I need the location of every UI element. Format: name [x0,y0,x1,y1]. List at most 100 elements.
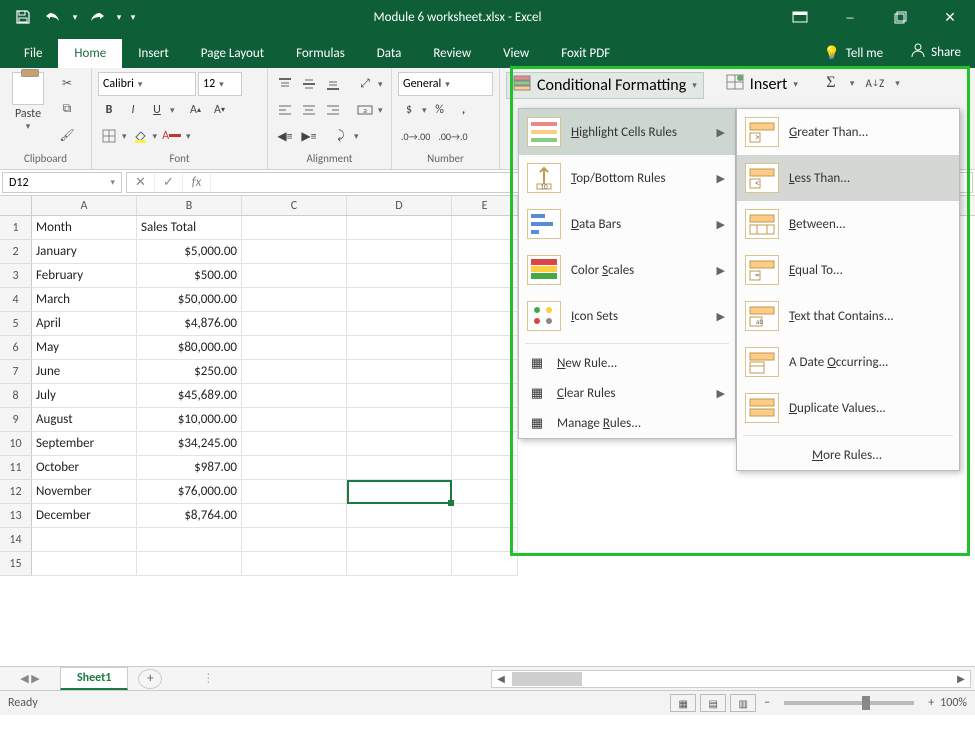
underline-button[interactable]: U [146,99,168,121]
cell[interactable]: $250.00 [137,360,242,384]
cell[interactable]: $76,000.00 [137,480,242,504]
increase-indent-icon[interactable]: ▶≡ [298,125,320,147]
cell[interactable]: $10,000.00 [137,408,242,432]
font-color-icon[interactable]: A [159,125,184,147]
cell[interactable] [347,384,452,408]
cell[interactable] [452,336,518,360]
cell[interactable] [242,288,347,312]
cell[interactable] [452,264,518,288]
col-header-e[interactable]: E [452,196,518,215]
row-header[interactable]: 15 [0,552,32,576]
row-header[interactable]: 2 [0,240,32,264]
menu-clear-rules[interactable]: ▦ Clear Rules ▶ [519,378,735,408]
cancel-icon[interactable]: ✕ [127,173,155,192]
cell[interactable]: November [32,480,137,504]
row-header[interactable]: 14 [0,528,32,552]
tell-me[interactable]: 💡 Tell me [810,39,898,68]
new-sheet-button[interactable]: + [138,669,162,689]
page-layout-view-icon[interactable]: ▤ [700,694,726,712]
cell[interactable]: Sales Total [137,216,242,240]
cell[interactable] [242,360,347,384]
cell[interactable]: June [32,360,137,384]
cell[interactable] [452,312,518,336]
row-header[interactable]: 9 [0,408,32,432]
col-header-c[interactable]: C [242,196,347,215]
redo-icon[interactable] [82,3,112,31]
save-icon[interactable] [8,3,38,31]
ribbon-display-icon[interactable] [775,0,825,34]
tab-page-layout[interactable]: Page Layout [185,39,280,68]
cell[interactable] [347,408,452,432]
zoom-value[interactable]: 100% [940,696,967,710]
sheet-tab-sheet1[interactable]: Sheet1 [60,667,128,690]
fx-icon[interactable]: fx [183,173,211,192]
cell[interactable] [452,408,518,432]
cell[interactable] [347,216,452,240]
cell[interactable] [452,504,518,528]
cell[interactable]: $34,245.00 [137,432,242,456]
cell[interactable]: January [32,240,137,264]
increase-font-icon[interactable]: A▴ [185,99,207,121]
cell[interactable]: February [32,264,137,288]
font-name-combo[interactable]: Calibri▾ [98,72,196,96]
cell[interactable] [242,384,347,408]
align-bottom-icon[interactable] [322,73,344,95]
cell[interactable] [452,480,518,504]
cell[interactable]: Month [32,216,137,240]
name-box[interactable]: D12 ▾ [2,172,122,193]
number-format-combo[interactable]: General▾ [398,72,493,96]
format-painter-icon[interactable] [56,124,78,146]
italic-button[interactable]: I [122,99,144,121]
decrease-indent-icon[interactable]: ◀≡ [274,125,296,147]
cell[interactable] [452,528,518,552]
zoom-slider[interactable] [784,701,914,705]
autosum-icon[interactable]: Σ [820,72,842,94]
enter-icon[interactable]: ✓ [155,173,183,192]
increase-decimal-icon[interactable]: .0→.00 [398,125,433,147]
row-header[interactable]: 4 [0,288,32,312]
copy-icon[interactable] [56,98,78,120]
scrollbar-thumb[interactable] [512,672,582,686]
tab-review[interactable]: Review [417,39,487,68]
scroll-left-icon[interactable]: ◀ [492,672,510,685]
zoom-slider-knob[interactable] [862,696,870,710]
decrease-font-icon[interactable]: A▾ [209,99,231,121]
cell[interactable]: $4,876.00 [137,312,242,336]
redo-dropdown-icon[interactable]: ▾ [112,3,126,31]
menu-top-bottom-rules[interactable]: 10 Top/Bottom Rules ▶ [519,155,735,201]
merge-center-icon[interactable]: a [354,99,376,121]
bold-button[interactable]: B [98,99,120,121]
cell[interactable]: $8,764.00 [137,504,242,528]
align-middle-icon[interactable] [298,73,320,95]
col-header-d[interactable]: D [347,196,452,215]
comma-format-icon[interactable]: , [453,99,475,121]
cell[interactable] [347,504,452,528]
menu-duplicate-values[interactable]: Duplicate Values... [737,385,959,431]
cell[interactable] [347,360,452,384]
cell[interactable] [242,216,347,240]
cell[interactable]: December [32,504,137,528]
cut-icon[interactable] [56,72,78,94]
menu-color-scales[interactable]: Color Scales ▶ [519,247,735,293]
paste-button[interactable]: Paste ▾ [6,72,50,132]
cell[interactable]: September [32,432,137,456]
qat-customize-icon[interactable]: ▾ [126,3,140,31]
cell[interactable]: $45,689.00 [137,384,242,408]
menu-manage-rules[interactable]: ▦ Manage Rules... [519,408,735,438]
cell[interactable] [347,336,452,360]
cell[interactable] [347,480,452,504]
cell[interactable] [347,456,452,480]
menu-equal-to[interactable]: = Equal To... [737,247,959,293]
menu-icon-sets[interactable]: Icon Sets ▶ [519,293,735,339]
cell[interactable] [452,456,518,480]
cell[interactable]: March [32,288,137,312]
menu-data-bars[interactable]: Data Bars ▶ [519,201,735,247]
cell[interactable] [347,312,452,336]
cell[interactable] [242,552,347,576]
row-header[interactable]: 8 [0,384,32,408]
row-header[interactable]: 6 [0,336,32,360]
menu-more-rules[interactable]: More Rules... [737,440,959,470]
share-button[interactable]: Share [897,36,975,68]
cell[interactable] [347,432,452,456]
close-icon[interactable]: ✕ [925,0,975,34]
